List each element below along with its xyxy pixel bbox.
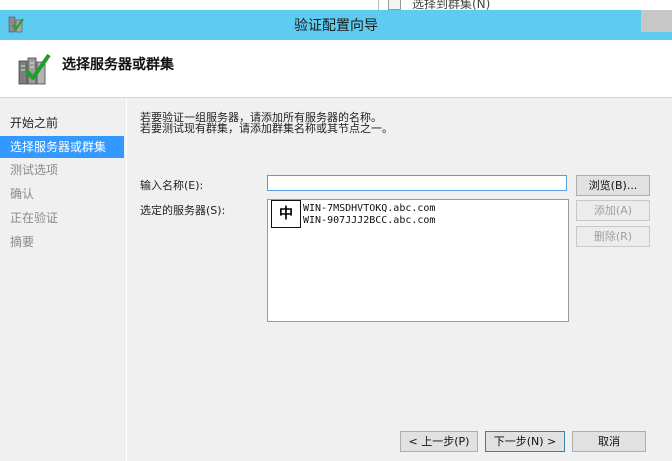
title-bar[interactable]: 验证配置向导 (0, 10, 672, 40)
next-button[interactable]: 下一步(N) > (485, 431, 565, 452)
wizard-steps-nav: 开始之前 选择服务器或群集 测试选项 确认 正在验证 摘要 (0, 98, 126, 461)
list-item[interactable]: WIN-907JJJ2BCC.abc.com (303, 215, 435, 226)
name-label: 输入名称(E): (140, 179, 204, 192)
name-input[interactable] (267, 175, 567, 191)
wizard-content: 若要验证一组服务器，请添加所有服务器的名称。 若要测试现有群集，请添加群集名称或… (127, 98, 672, 461)
intro-text: 若要验证一组服务器，请添加所有服务器的名称。 若要测试现有群集，请添加群集名称或… (140, 112, 393, 134)
close-button[interactable] (641, 10, 672, 32)
selected-servers-list[interactable]: WIN-7MSDHVTOKQ.abc.com WIN-907JJJ2BCC.ab… (267, 199, 569, 322)
window-title: 验证配置向导 (294, 18, 378, 34)
background-window: 选择到群集(N) (0, 0, 672, 11)
intro-line-2: 若要测试现有群集，请添加群集名称或其节点之一。 (140, 122, 393, 135)
browse-button[interactable]: 浏览(B)... (576, 175, 650, 196)
background-window-edge (378, 0, 379, 10)
nav-step-before-you-begin[interactable]: 开始之前 (0, 112, 124, 134)
nav-step-validating: 正在验证 (10, 211, 59, 225)
list-item[interactable]: WIN-7MSDHVTOKQ.abc.com (303, 203, 435, 214)
wizard-header: 选择服务器或群集 (0, 40, 672, 98)
selected-servers-label: 选定的服务器(S): (140, 204, 226, 217)
previous-button[interactable]: < 上一步(P) (400, 431, 478, 452)
background-menu-icon (388, 0, 401, 10)
remove-button[interactable]: 删除(R) (576, 226, 650, 247)
nav-step-confirmation: 确认 (10, 187, 35, 201)
add-button[interactable]: 添加(A) (576, 200, 650, 221)
cancel-button[interactable]: 取消 (572, 431, 646, 452)
nav-step-testing-options: 测试选项 (10, 163, 59, 177)
nav-step-summary: 摘要 (10, 235, 35, 249)
nav-step-select-servers[interactable]: 选择服务器或群集 (0, 136, 124, 158)
ime-indicator: 中 (271, 200, 301, 228)
cluster-validate-icon (18, 53, 51, 85)
page-title: 选择服务器或群集 (62, 57, 174, 73)
